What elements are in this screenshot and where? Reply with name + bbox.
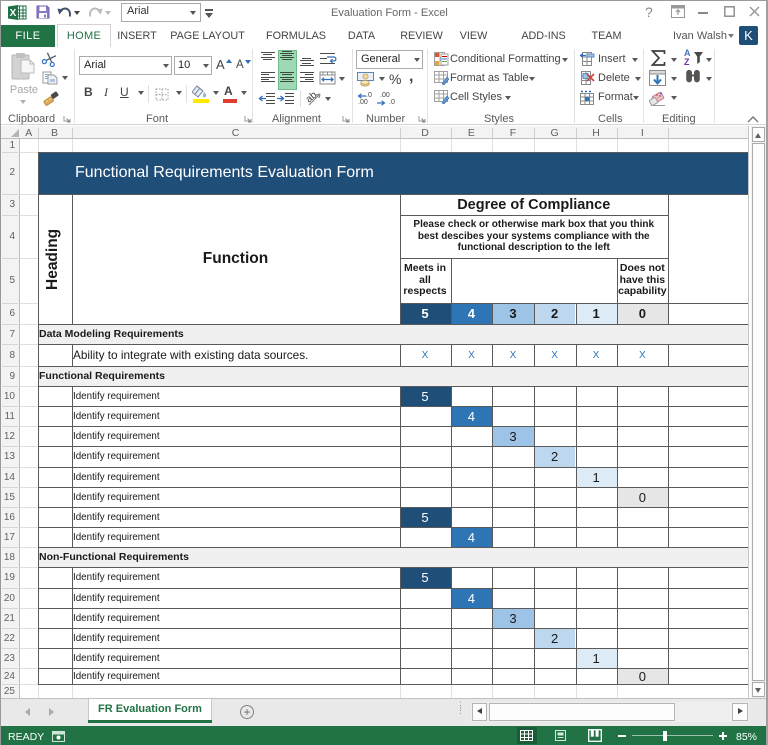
svg-text:X: X [10,8,17,19]
